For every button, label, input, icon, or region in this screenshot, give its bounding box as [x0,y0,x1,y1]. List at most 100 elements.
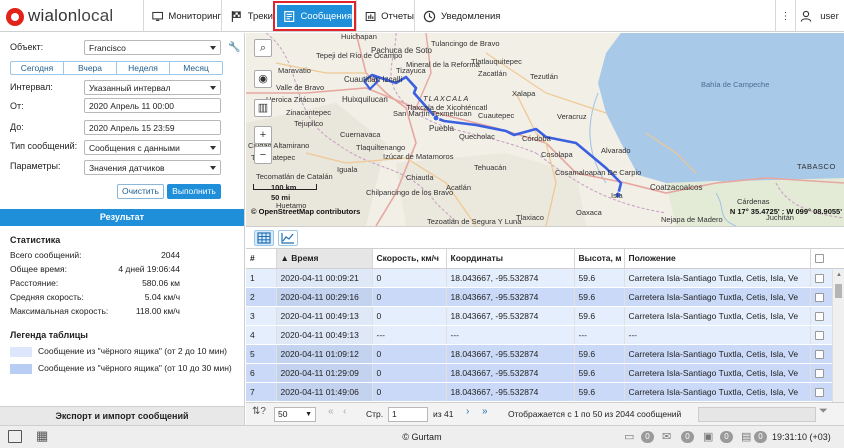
tab-notifications[interactable]: Уведомления [414,0,514,32]
filter-input[interactable] [698,407,816,422]
table-row[interactable]: 5 2020-04-11 01:09:12 0 18.043667, -95.5… [246,344,844,364]
map-label: Tepeji del Río de Ocampo [316,51,403,60]
object-select[interactable]: Francisco [84,40,221,55]
zoom-out-button[interactable]: − [254,146,272,164]
first-page-icon[interactable]: « [328,406,334,417]
badge-count: 0 [641,431,654,443]
stat-value: 4 дней 19:06:44 [118,264,180,274]
cell-altitude: --- [574,325,625,345]
interval-select[interactable]: Указанный интервал [84,80,221,95]
table-row[interactable]: 1 2020-04-11 00:09:21 0 18.043667, -95.5… [246,268,844,288]
map-search-icon[interactable]: ⌕ [254,39,272,57]
period-yesterday-button[interactable]: Вчера [64,62,117,74]
map-label: Alvarado [601,146,631,155]
cell-speed: 0 [372,344,447,364]
table-row[interactable]: 3 2020-04-11 00:49:13 0 18.043667, -95.5… [246,306,844,326]
from-date-input[interactable]: 2020 Апрель 11 00:00 [84,98,221,113]
parameters-label: Параметры: [10,161,61,171]
table-view-icon[interactable] [254,230,274,246]
map-label: Tlaxcala de Xicohténcatl [406,103,488,112]
page-size-select[interactable]: 50 ▼ [274,407,316,422]
legend-swatch [10,364,32,374]
user-name[interactable]: user [815,0,844,32]
scrollbar-thumb[interactable] [835,284,842,298]
help-icon[interactable]: ⇅? [252,406,266,417]
to-date-input[interactable]: 2020 Апрель 15 23:59 [84,120,221,135]
cell-coordinates: 18.043667, -95.532874 [446,363,575,383]
chart-view-icon[interactable] [278,230,298,246]
clear-button[interactable]: Очистить [117,184,164,199]
export-import-bar[interactable]: Экспорт и импорт сообщений [0,406,244,425]
legend-text: Сообщение из "чёрного ящика" (от 2 до 10… [38,346,228,356]
period-buttons: Сегодня Вчера Неделя Месяц [10,61,223,75]
last-page-icon[interactable]: » [482,406,488,417]
row-checkbox[interactable] [814,311,824,321]
records-summary: Отображается с 1 по 50 из 2044 сообщений [508,409,682,419]
column-header-speed[interactable]: Скорость, км/ч [372,249,447,269]
table-row[interactable]: 4 2020-04-11 00:49:13 --- --- --- --- [246,325,844,345]
map-visibility-icon[interactable]: ◉ [254,70,272,88]
zoom-in-button[interactable]: + [254,126,272,144]
user-icon[interactable] [795,0,815,32]
table-row[interactable]: 6 2020-04-11 01:29:09 0 18.043667, -95.5… [246,363,844,383]
parameters-select[interactable]: Значения датчиков [84,160,221,175]
filter-icon[interactable]: ⏷ [819,405,828,418]
wrench-icon[interactable]: 🔧 [228,42,240,53]
prev-page-icon[interactable]: ‹ [343,406,346,417]
tab-monitoring[interactable]: Мониторинг [143,0,221,32]
mail-icon[interactable]: ✉ [662,430,671,444]
cell-time: 2020-04-11 00:49:13 [276,306,373,326]
period-month-button[interactable]: Месяц [170,62,222,74]
statistics-heading: Статистика [10,235,61,245]
chevron-down-icon [210,46,216,50]
tab-tracks[interactable]: Треки [221,0,273,32]
map-label: Izúcar de Matamoros [383,152,454,161]
column-header-altitude[interactable]: Высота, м [574,249,625,269]
stat-label: Средняя скорость: [10,292,84,302]
run-button[interactable]: Выполнить [167,184,221,199]
more-menu-icon[interactable]: ⋮ [775,0,795,32]
column-header-time[interactable]: ▲ Время [276,249,373,269]
wialon-logo[interactable]: wialonlocal [6,6,142,26]
object-label: Объект: [10,42,44,52]
logo-word-wialon: wialon [28,6,78,25]
row-checkbox[interactable] [814,387,824,397]
map-layers-icon[interactable]: ▥ [254,99,272,117]
cell-speed: 0 [372,306,447,326]
chat-icon[interactable]: ▤ [741,430,751,444]
monitor-status-icon[interactable]: ▭ [624,430,634,444]
table-row[interactable]: 2 2020-04-11 00:29:16 0 18.043667, -95.5… [246,287,844,307]
map-label: TLAXCALA [423,94,470,103]
column-header-select-all[interactable] [810,249,844,269]
column-header-number[interactable]: # [246,249,277,269]
scroll-up-icon[interactable]: ▲ [836,272,842,278]
message-type-select[interactable]: Сообщения с данными [84,140,221,155]
map-label: Cuernavaca [340,130,381,139]
row-checkbox[interactable] [814,273,824,283]
next-page-icon[interactable]: › [466,406,469,417]
column-header-location[interactable]: Положение [624,249,811,269]
row-checkbox[interactable] [814,349,824,359]
stat-label: Максимальная скорость: [10,306,109,316]
badge-count: 0 [681,431,694,443]
table-scrollbar[interactable]: ▲ [832,270,844,402]
map[interactable]: Huichapan Pachuca de Soto Maravatio Cuau… [246,33,844,226]
page-number-input[interactable]: 1 [388,407,428,422]
tab-reports[interactable]: Отчеты [356,0,414,32]
period-today-button[interactable]: Сегодня [11,62,64,74]
tab-messages[interactable]: Сообщения [273,1,356,31]
chevron-down-icon [210,146,216,150]
image-icon[interactable]: ▣ [703,430,713,444]
badge-count: 0 [720,431,733,443]
row-checkbox[interactable] [814,330,824,340]
column-header-coordinates[interactable]: Координаты [446,249,575,269]
cell-location: Carretera Isla-Santiago Tuxtla, Cetis, I… [624,268,811,288]
logo-mark-icon [6,8,24,26]
select-all-checkbox[interactable] [814,254,824,264]
period-week-button[interactable]: Неделя [117,62,170,74]
to-label: До: [10,122,24,132]
table-row[interactable]: 7 2020-04-11 01:49:06 0 18.043667, -95.5… [246,382,844,402]
message-type-label: Тип сообщений: [10,141,78,151]
row-checkbox[interactable] [814,292,824,302]
row-checkbox[interactable] [814,368,824,378]
